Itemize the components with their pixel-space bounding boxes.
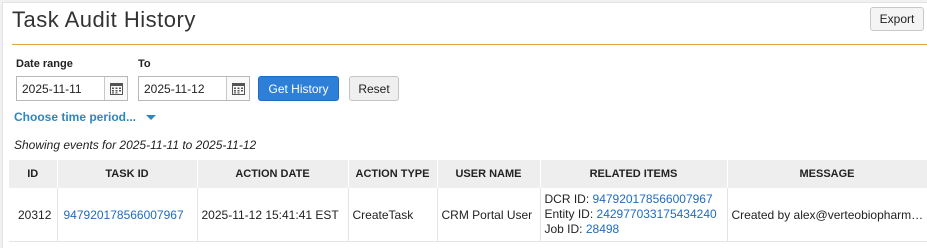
job-id-link[interactable]: 28498 bbox=[586, 222, 619, 236]
related-dcr: DCR ID: 947920178566007967 bbox=[545, 192, 723, 207]
date-range-summary: Showing events for 2025-11-11 to 2025-11… bbox=[14, 138, 257, 152]
audit-table: ID TASK ID ACTION DATE ACTION TYPE USER … bbox=[9, 160, 927, 242]
table-row: 20312 947920178566007967 2025-11-12 15:4… bbox=[9, 188, 927, 242]
column-header-message[interactable]: MESSAGE bbox=[727, 160, 927, 188]
task-id-link[interactable]: 947920178566007967 bbox=[64, 208, 184, 222]
to-date-input[interactable]: 2025-11-12 bbox=[138, 76, 250, 101]
calendar-icon[interactable] bbox=[226, 77, 249, 100]
choose-time-period-dropdown[interactable]: Choose time period... bbox=[14, 110, 157, 124]
from-date-value[interactable]: 2025-11-11 bbox=[17, 77, 104, 100]
cell-action-type: CreateTask bbox=[348, 188, 438, 242]
column-header-id[interactable]: ID bbox=[9, 160, 58, 188]
date-range-label: Date range bbox=[16, 58, 73, 70]
cell-related-items: DCR ID: 947920178566007967 Entity ID: 24… bbox=[540, 188, 728, 242]
caret-down-icon[interactable] bbox=[146, 114, 157, 120]
to-label: To bbox=[138, 58, 151, 70]
cell-id: 20312 bbox=[9, 188, 58, 242]
cell-message: Created by alex@verteobiopharm… bbox=[727, 188, 927, 242]
column-header-task-id[interactable]: TASK ID bbox=[57, 160, 198, 188]
cell-action-date: 2025-11-12 15:41:41 EST bbox=[197, 188, 349, 242]
cell-task-id: 947920178566007967 bbox=[57, 188, 198, 242]
entity-id-link[interactable]: 242977033175434240 bbox=[597, 207, 717, 221]
get-history-button[interactable]: Get History bbox=[258, 76, 339, 101]
page-title: Task Audit History bbox=[12, 7, 196, 32]
choose-time-period-label[interactable]: Choose time period... bbox=[14, 110, 136, 124]
column-header-related-items[interactable]: RELATED ITEMS bbox=[540, 160, 728, 188]
export-button[interactable]: Export bbox=[870, 7, 924, 31]
header-divider bbox=[12, 44, 927, 45]
reset-button[interactable]: Reset bbox=[349, 76, 399, 101]
from-date-input[interactable]: 2025-11-11 bbox=[16, 76, 128, 101]
dcr-id-link[interactable]: 947920178566007967 bbox=[593, 192, 713, 206]
to-date-value[interactable]: 2025-11-12 bbox=[139, 77, 226, 100]
column-header-action-date[interactable]: ACTION DATE bbox=[197, 160, 349, 188]
column-header-action-type[interactable]: ACTION TYPE bbox=[348, 160, 438, 188]
cell-user-name: CRM Portal User bbox=[437, 188, 541, 242]
job-label: Job ID: bbox=[544, 222, 583, 236]
entity-label: Entity ID: bbox=[544, 207, 594, 221]
related-entity: Entity ID: 242977033175434240 bbox=[545, 207, 723, 222]
table-header-row: ID TASK ID ACTION DATE ACTION TYPE USER … bbox=[9, 160, 927, 188]
dcr-label: DCR ID: bbox=[544, 192, 590, 206]
column-header-user-name[interactable]: USER NAME bbox=[437, 160, 541, 188]
related-job: Job ID: 28498 bbox=[545, 222, 723, 237]
calendar-icon[interactable] bbox=[104, 77, 127, 100]
